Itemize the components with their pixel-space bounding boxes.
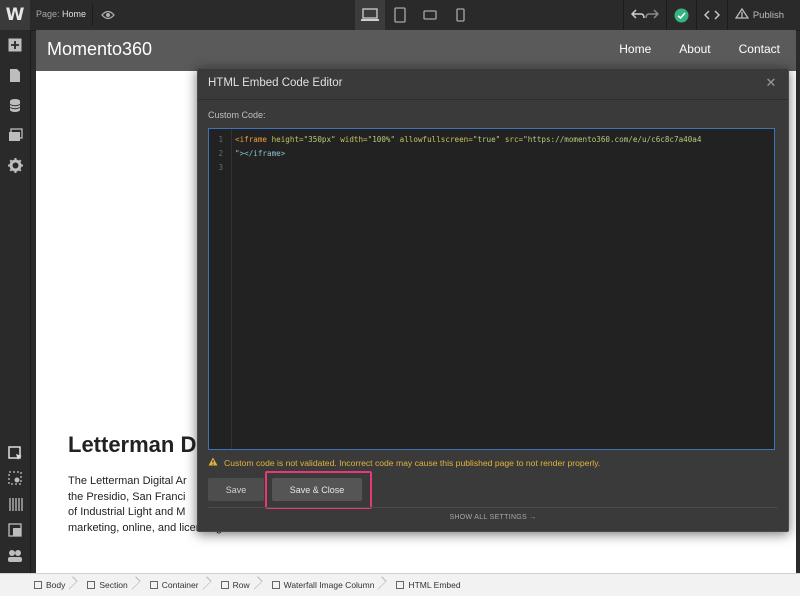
- breadcrumb-label: HTML Embed: [408, 580, 461, 590]
- code-export-icon[interactable]: [695, 0, 727, 30]
- line-number: 2: [218, 149, 223, 158]
- code-token: "https://momento360.com/e/u/c6c8c7a40a4: [523, 135, 702, 144]
- desktop-icon[interactable]: [355, 0, 385, 30]
- nav-link-home[interactable]: Home: [619, 42, 651, 56]
- section-icon: [87, 581, 96, 589]
- tablet-icon[interactable]: [385, 0, 415, 30]
- page-name: Home: [62, 9, 87, 19]
- code-line: "></iframe>: [235, 149, 285, 158]
- preview-selection-icon[interactable]: [5, 468, 25, 488]
- warning-text: Custom code is not validated. Incorrect …: [224, 457, 601, 468]
- breadcrumb-label: Section: [99, 580, 128, 590]
- redo-icon[interactable]: [645, 8, 659, 22]
- nav-link-about[interactable]: About: [679, 42, 710, 56]
- code-token: ></iframe>: [239, 149, 286, 158]
- code-token: width=: [340, 135, 368, 144]
- code-editor[interactable]: 1 2 3 <iframe height="350px" width="100%…: [208, 128, 775, 450]
- device-switcher: [355, 0, 475, 30]
- undo-redo-group: [622, 0, 666, 30]
- add-element-icon[interactable]: [5, 35, 25, 55]
- breadcrumb-label: Waterfall Image Column: [283, 580, 375, 590]
- save-button[interactable]: Save: [208, 478, 264, 501]
- container-icon: [149, 581, 158, 589]
- designer-top-bar: W Page: Home Publish: [0, 0, 800, 31]
- status-check-icon[interactable]: [665, 0, 696, 30]
- left-toolbar: ?: [0, 30, 31, 595]
- site-brand[interactable]: Momento360: [47, 39, 152, 60]
- embed-icon: [396, 581, 405, 589]
- close-icon[interactable]: ✕: [764, 76, 778, 90]
- breadcrumb-label: Row: [232, 580, 250, 590]
- pages-icon[interactable]: [5, 65, 25, 85]
- line-number: 1: [218, 135, 223, 144]
- nav-link-contact[interactable]: Contact: [739, 42, 780, 56]
- mobile-landscape-icon[interactable]: [415, 0, 445, 30]
- symbols-icon[interactable]: [5, 520, 25, 540]
- breadcrumb-label: Container: [161, 580, 199, 590]
- modal-header: HTML Embed Code Editor ✕: [198, 69, 788, 100]
- page-label: Page:: [36, 9, 60, 19]
- save-close-button[interactable]: Save & Close: [272, 478, 362, 501]
- custom-code-label: Custom Code:: [208, 110, 266, 120]
- style-manager-icon[interactable]: [5, 494, 25, 514]
- modal-title: HTML Embed Code Editor: [208, 77, 343, 89]
- code-token: "100%": [367, 135, 396, 144]
- code-token: "true": [472, 135, 501, 144]
- publish-button[interactable]: Publish: [726, 0, 800, 30]
- settings-gear-icon[interactable]: [5, 155, 25, 175]
- mobile-portrait-icon[interactable]: [445, 0, 475, 30]
- site-navbar[interactable]: Momento360 Home About Contact: [36, 30, 796, 71]
- assets-icon[interactable]: [5, 125, 25, 145]
- site-nav-links: Home About Contact: [619, 42, 780, 56]
- code-token: "350px": [303, 135, 336, 144]
- html-embed-modal: HTML Embed Code Editor ✕ Custom Code: 1 …: [197, 68, 789, 532]
- publish-label: Publish: [752, 9, 784, 21]
- validation-warning: Custom code is not validated. Incorrect …: [208, 457, 600, 468]
- line-number-gutter: 1 2 3: [209, 129, 232, 449]
- code-token: allowfullscreen=: [399, 135, 473, 144]
- publish-icon: [734, 7, 750, 22]
- page-selector[interactable]: Page: Home: [36, 9, 86, 19]
- show-all-settings-link[interactable]: SHOW ALL SETTINGS →: [198, 514, 788, 521]
- warning-icon: [208, 457, 218, 468]
- breadcrumb-item[interactable]: Row: [213, 574, 264, 596]
- top-right-controls: Publish: [622, 0, 800, 30]
- interactions-icon[interactable]: [5, 546, 25, 566]
- breadcrumb-item[interactable]: Section: [79, 574, 141, 596]
- body-icon: [34, 581, 42, 589]
- preview-eye-icon[interactable]: [92, 4, 119, 26]
- breadcrumb-item[interactable]: Container: [142, 574, 213, 596]
- row-icon: [220, 581, 229, 589]
- navigator-select-icon[interactable]: [5, 443, 25, 463]
- cms-database-icon[interactable]: [5, 95, 25, 115]
- breadcrumb-item[interactable]: HTML Embed: [388, 574, 474, 596]
- breadcrumb: Body Section Container Row Waterfall Ima…: [0, 573, 800, 596]
- undo-icon[interactable]: [630, 8, 645, 22]
- code-token: src=: [504, 135, 524, 144]
- page-heading[interactable]: Letterman D: [68, 432, 196, 458]
- code-line: <iframe height="350px" width="100%" allo…: [235, 135, 701, 144]
- breadcrumb-item[interactable]: Waterfall Image Column: [264, 574, 389, 596]
- breadcrumb-item[interactable]: Body: [0, 574, 79, 596]
- column-icon: [271, 581, 280, 589]
- webflow-logo[interactable]: W: [0, 0, 30, 30]
- code-token: height=: [271, 135, 304, 144]
- modal-divider: [208, 507, 778, 508]
- line-number: 3: [218, 163, 223, 172]
- code-token: <iframe: [235, 135, 268, 144]
- breadcrumb-label: Body: [46, 580, 66, 590]
